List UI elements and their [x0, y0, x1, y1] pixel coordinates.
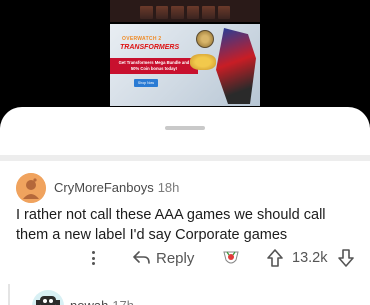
comment-actions: Reply 13.2k [0, 245, 370, 271]
reply-icon [133, 251, 150, 264]
ad-image[interactable]: OVERWATCH 2 TRANSFORMERS Get Transformer… [110, 24, 260, 106]
ad-promo-text: Get Transformers Mega Bundle and 50% Coi… [110, 58, 198, 74]
child-avatar-icon [36, 296, 60, 305]
child-username-text[interactable]: nowah [70, 298, 108, 305]
coin-icon [196, 30, 214, 48]
comment-username[interactable]: CryMoreFanboys 18h [54, 180, 179, 195]
award-icon[interactable] [222, 249, 240, 267]
robot-image [216, 28, 256, 104]
more-options-button[interactable] [86, 248, 100, 268]
shop-now-button[interactable]: Shop Now [134, 79, 158, 87]
reply-label: Reply [156, 249, 195, 267]
username-text[interactable]: CryMoreFanboys [54, 180, 154, 195]
child-comment-age: 17h [112, 298, 134, 305]
child-avatar[interactable] [32, 290, 64, 305]
child-comment-username[interactable]: nowah 17h [70, 298, 134, 305]
avatar-icon [16, 173, 46, 203]
downvote-icon[interactable] [337, 248, 355, 268]
vote-count: 13.2k [292, 250, 328, 266]
coin-pile-image [190, 54, 216, 70]
ad-brand: TRANSFORMERS [120, 44, 180, 51]
ad-logo: OVERWATCH 2 [122, 36, 162, 42]
upvote-icon[interactable] [266, 248, 284, 268]
comments-sheet: CryMoreFanboys 18h I rather not call thes… [0, 107, 370, 305]
drag-handle[interactable] [165, 126, 205, 130]
comment-body: I rather not call these AAA games we sho… [16, 207, 326, 243]
comment-age: 18h [157, 180, 180, 195]
reply-button[interactable]: Reply [133, 248, 194, 268]
thumbnail-strip [110, 0, 260, 22]
section-divider [0, 155, 370, 161]
avatar[interactable] [16, 173, 46, 203]
thread-line[interactable] [8, 284, 10, 305]
